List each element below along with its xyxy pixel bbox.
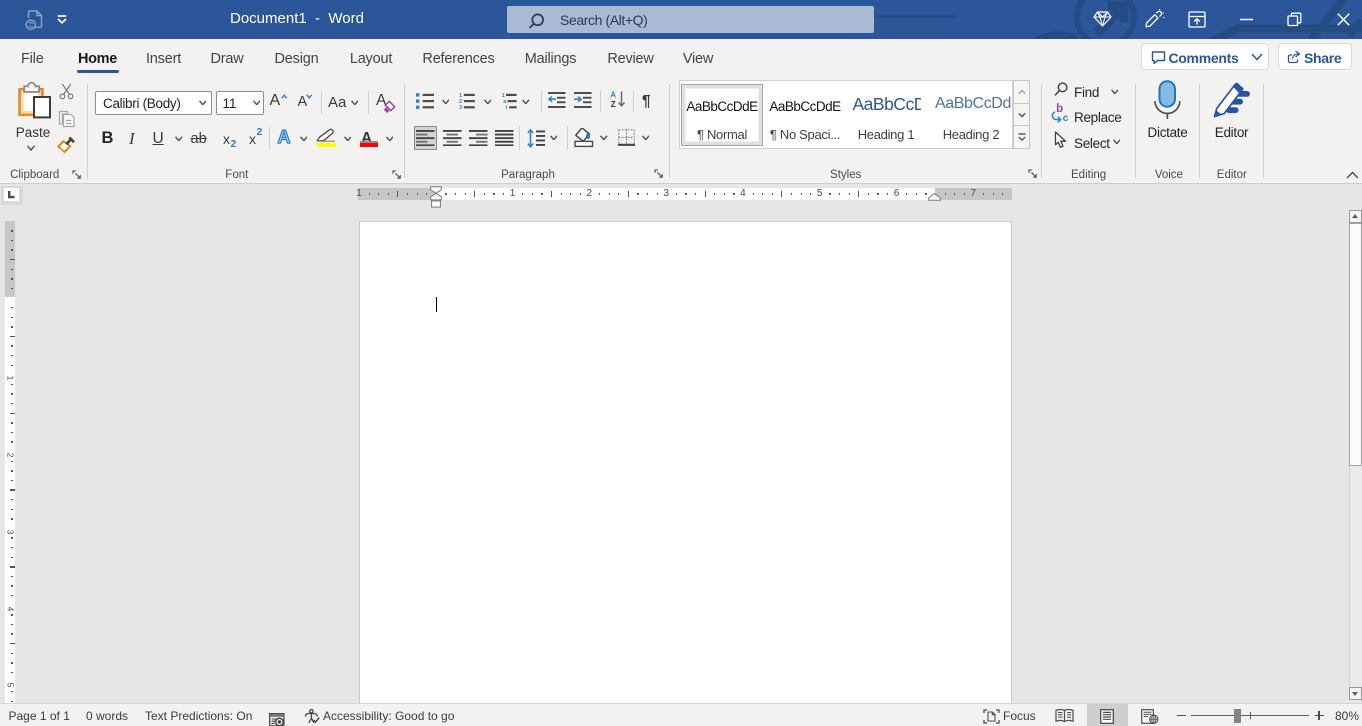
svg-text:c: c — [1063, 112, 1069, 124]
svg-text:A: A — [610, 91, 616, 100]
svg-text:1: 1 — [459, 93, 462, 99]
svg-text:a: a — [503, 99, 507, 105]
svg-text:3: 3 — [459, 105, 462, 110]
svg-text:i: i — [505, 105, 507, 110]
svg-text:1: 1 — [501, 93, 504, 99]
svg-text:Z: Z — [611, 100, 616, 108]
svg-text:2: 2 — [459, 99, 462, 105]
